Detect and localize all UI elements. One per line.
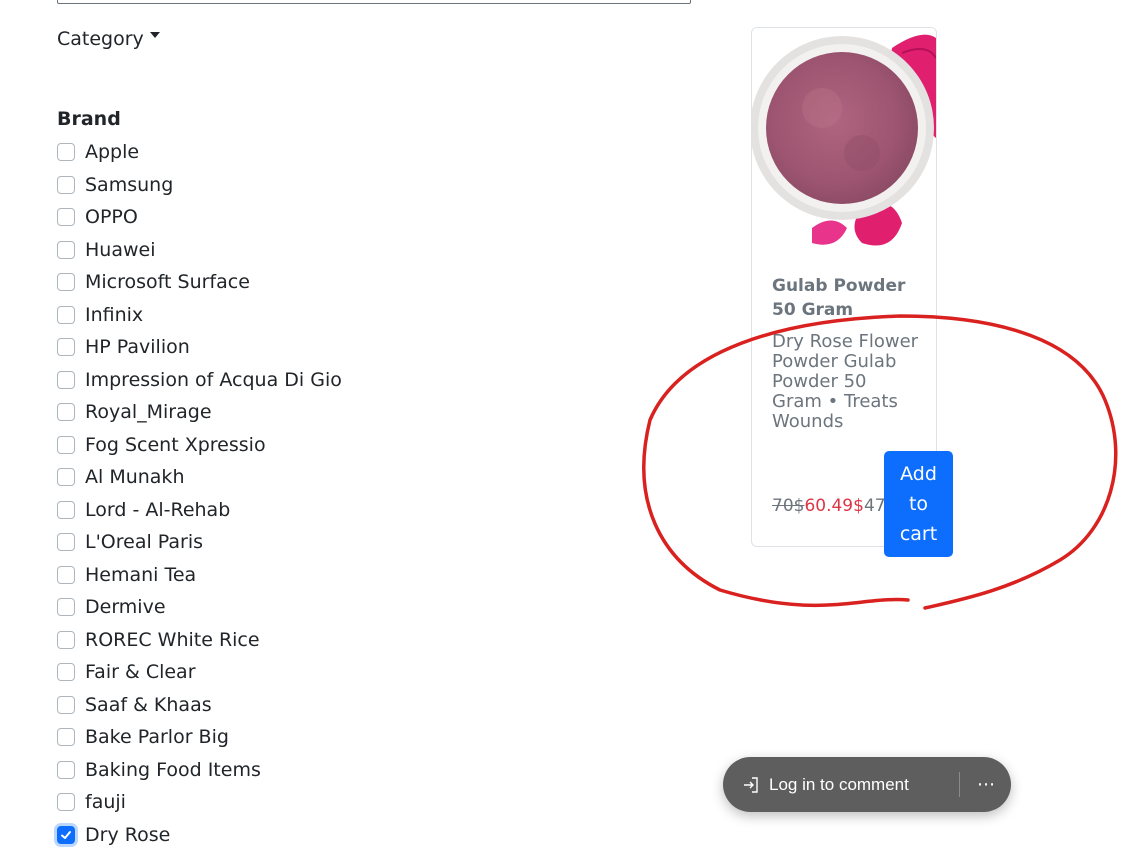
brand-option[interactable]: HP Pavilion	[57, 331, 342, 364]
checkbox[interactable]	[57, 175, 75, 194]
add-to-cart-button[interactable]: Add to cart	[884, 451, 953, 557]
brand-option[interactable]: Fair & Clear	[57, 656, 342, 689]
comment-bar: Log in to comment ⋯	[723, 757, 1011, 812]
checkbox[interactable]	[57, 435, 75, 454]
brand-option[interactable]: Infinix	[57, 299, 342, 332]
log-in-to-comment-button[interactable]: Log in to comment	[723, 775, 909, 795]
brand-label: Dry Rose	[85, 823, 171, 846]
product-image	[752, 28, 936, 250]
checkbox[interactable]	[57, 728, 75, 747]
brand-option[interactable]: Microsoft Surface	[57, 266, 342, 299]
brand-option[interactable]: Saaf & Khaas	[57, 689, 342, 722]
brand-option[interactable]: Dermive	[57, 591, 342, 624]
checkbox[interactable]	[57, 565, 75, 584]
product-description: Dry Rose Flower Powder Gulab Powder 50 G…	[772, 331, 919, 432]
brand-label: Saaf & Khaas	[85, 693, 212, 716]
checkbox[interactable]	[57, 273, 75, 292]
brand-label: Lord - Al-Rehab	[85, 498, 231, 521]
brand-label: Baking Food Items	[85, 758, 261, 781]
checkbox[interactable]	[57, 500, 75, 519]
log-in-label: Log in to comment	[769, 774, 909, 794]
brand-label: Al Munakh	[85, 466, 185, 489]
checkbox[interactable]	[57, 598, 75, 617]
brand-label: Infinix	[85, 303, 144, 326]
brand-option[interactable]: Baking Food Items	[57, 754, 342, 787]
brand-label: Bake Parlor Big	[85, 726, 229, 749]
brand-label: ROREC White Rice	[85, 628, 260, 651]
product-price: 70$60.49$47	[772, 496, 886, 516]
brand-label: HP Pavilion	[85, 336, 190, 359]
extra-price: 47	[863, 496, 886, 516]
brand-option[interactable]: L'Oreal Paris	[57, 526, 342, 559]
brand-option[interactable]: Hemani Tea	[57, 559, 342, 592]
more-dots-icon[interactable]: ⋯	[973, 771, 999, 797]
checkbox[interactable]	[57, 630, 75, 649]
brand-label: Impression of Acqua Di Gio	[85, 368, 342, 391]
brand-label: fauji	[85, 791, 126, 814]
brand-option[interactable]: Dry Rose	[57, 819, 342, 852]
brand-option[interactable]: Bake Parlor Big	[57, 721, 342, 754]
brand-label: Royal_Mirage	[85, 401, 212, 424]
search-input[interactable]	[57, 0, 691, 4]
brand-label: Microsoft Surface	[85, 271, 250, 294]
brand-option[interactable]: Impression of Acqua Di Gio	[57, 364, 342, 397]
brand-option[interactable]: Lord - Al-Rehab	[57, 494, 342, 527]
brand-option[interactable]: Apple	[57, 136, 342, 169]
checkbox-checked[interactable]	[57, 825, 75, 844]
checkbox[interactable]	[57, 760, 75, 779]
category-dropdown[interactable]: Category	[57, 28, 160, 50]
brand-label: Samsung	[85, 173, 174, 196]
brand-label: Huawei	[85, 238, 156, 261]
checkbox[interactable]	[57, 305, 75, 324]
brand-option[interactable]: fauji	[57, 786, 342, 819]
divider	[959, 772, 960, 797]
brand-label: Apple	[85, 141, 140, 164]
brand-label: Fair & Clear	[85, 661, 196, 684]
checkbox[interactable]	[57, 468, 75, 487]
checkbox[interactable]	[57, 663, 75, 682]
brand-filter-list: Apple Samsung OPPO Huawei Microsoft Surface I…	[57, 136, 342, 851]
checkbox[interactable]	[57, 695, 75, 714]
brand-option[interactable]: Fog Scent Xpressio	[57, 429, 342, 462]
brand-option[interactable]: OPPO	[57, 201, 342, 234]
brand-label: OPPO	[85, 206, 138, 229]
brand-option[interactable]: Huawei	[57, 234, 342, 267]
brand-option[interactable]: Royal_Mirage	[57, 396, 342, 429]
check-icon	[61, 830, 71, 839]
brand-option[interactable]: ROREC White Rice	[57, 624, 342, 657]
checkbox[interactable]	[57, 208, 75, 227]
category-label: Category	[57, 28, 144, 50]
checkbox[interactable]	[57, 793, 75, 812]
product-title[interactable]: Gulab Powder 50 Gram	[772, 274, 922, 322]
checkbox[interactable]	[57, 533, 75, 552]
brand-option[interactable]: Al Munakh	[57, 461, 342, 494]
brand-label: L'Oreal Paris	[85, 531, 204, 554]
brand-label: Hemani Tea	[85, 563, 197, 586]
checkbox[interactable]	[57, 403, 75, 422]
checkbox[interactable]	[57, 143, 75, 162]
caret-down-icon	[149, 32, 160, 38]
brand-label: Fog Scent Xpressio	[85, 433, 266, 456]
brand-heading: Brand	[57, 108, 121, 130]
brand-option[interactable]: Samsung	[57, 169, 342, 202]
brand-label: Dermive	[85, 596, 166, 619]
checkbox[interactable]	[57, 240, 75, 259]
sign-in-icon	[744, 776, 758, 793]
sale-price: 60.49$	[804, 496, 864, 516]
old-price: 70$	[772, 496, 805, 516]
checkbox[interactable]	[57, 338, 75, 357]
checkbox[interactable]	[57, 370, 75, 389]
